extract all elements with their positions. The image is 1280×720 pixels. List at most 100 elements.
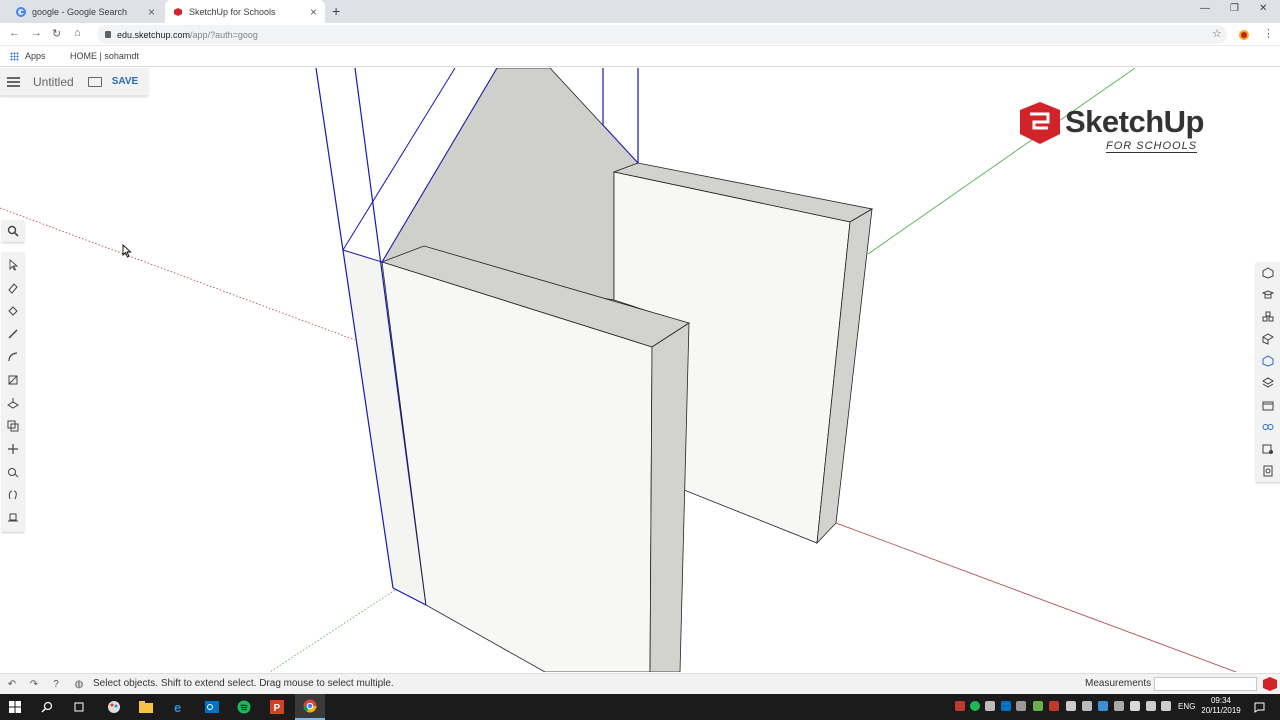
- tray-sync-icon[interactable]: [1082, 701, 1092, 711]
- url-host: edu.sketchup.com: [117, 29, 191, 40]
- tab-title: google - Google Search: [32, 6, 128, 17]
- measurements-label: Measurements: [1085, 678, 1152, 689]
- redo-icon[interactable]: ↷: [27, 677, 41, 691]
- orbit-icon[interactable]: [6, 488, 20, 502]
- bookmark-home[interactable]: HOME | sohamdt: [70, 51, 139, 61]
- extension-icon[interactable]: [1239, 30, 1249, 40]
- clock-date: 20/11/2019: [1201, 706, 1241, 715]
- materials-icon[interactable]: [1261, 332, 1275, 346]
- restore-icon[interactable]: ❐: [1230, 3, 1239, 14]
- apps-grid-icon: [10, 51, 19, 61]
- close-window-icon[interactable]: ✕: [1259, 3, 1267, 14]
- os-taskbar: e P ENG 09:34 20/11/2019: [0, 694, 1280, 720]
- sketchup-logo-mark-icon: [1020, 102, 1060, 144]
- tab-google-search[interactable]: google - Google Search ×: [8, 0, 163, 23]
- bookmarks-bar: Apps HOME | sohamdt: [0, 47, 1280, 67]
- model-canvas[interactable]: [0, 68, 1280, 672]
- tray-battery-icon[interactable]: [1130, 701, 1140, 711]
- tab-sketchup[interactable]: SketchUp for Schools ×: [165, 0, 325, 23]
- styles-icon[interactable]: [1261, 354, 1275, 368]
- browser-tab-strip: google - Google Search × SketchUp for Sc…: [0, 0, 1280, 23]
- help-icon[interactable]: ?: [49, 677, 63, 691]
- entity-info-icon[interactable]: [1261, 266, 1275, 280]
- open-folder-icon[interactable]: [87, 76, 102, 87]
- right-panel-toolbar: [1256, 262, 1280, 482]
- tray-mail-icon[interactable]: [985, 701, 995, 711]
- instructor-icon[interactable]: [1261, 288, 1275, 302]
- search-button[interactable]: [2, 220, 24, 242]
- url-field[interactable]: edu.sketchup.com/app/?auth=goog: [97, 25, 1227, 44]
- move-icon[interactable]: [6, 442, 20, 456]
- sketchup-favicon-icon: [174, 7, 182, 16]
- tray-app-icon[interactable]: [955, 701, 965, 711]
- sketchup-logo: SketchUp FOR SCHOOLS: [1018, 100, 1228, 156]
- tray-green-icon[interactable]: [1033, 701, 1043, 711]
- menu-icon[interactable]: [7, 76, 20, 87]
- pencil-icon[interactable]: [6, 327, 20, 341]
- 3d-warehouse-icon[interactable]: [1261, 442, 1275, 456]
- tray-shield-icon[interactable]: [1066, 701, 1076, 711]
- windows-start-icon[interactable]: [0, 694, 30, 720]
- paint-bucket-icon[interactable]: [6, 304, 20, 318]
- measurements-input[interactable]: [1154, 677, 1257, 691]
- tray-network-icon[interactable]: [1146, 701, 1156, 711]
- extensions-icon[interactable]: [1261, 464, 1275, 478]
- browser-menu-icon[interactable]: ⋮: [1263, 27, 1274, 40]
- scenes-icon[interactable]: [1261, 398, 1275, 412]
- save-button[interactable]: SAVE: [112, 76, 139, 87]
- language-indicator[interactable]: ENG: [1178, 702, 1195, 711]
- edge-browser-icon[interactable]: e: [164, 694, 194, 720]
- sketchup-small-logo-icon: [1263, 677, 1277, 691]
- tray-outlook-icon[interactable]: [1001, 701, 1011, 711]
- powerpoint-icon[interactable]: P: [262, 694, 292, 720]
- layers-icon[interactable]: [1261, 376, 1275, 390]
- clock-time: 09:34: [1210, 696, 1232, 705]
- arc-icon[interactable]: [6, 350, 20, 364]
- logo-subtitle: FOR SCHOOLS: [1106, 140, 1198, 153]
- offset-icon[interactable]: [6, 419, 20, 433]
- close-tab-icon[interactable]: ×: [148, 5, 155, 19]
- status-bar: ↶ ↷ ? ◍ Select objects. Shift to extend …: [0, 673, 1280, 694]
- paint-app-icon[interactable]: [99, 694, 129, 720]
- task-view-icon[interactable]: [64, 694, 94, 720]
- document-title[interactable]: Untitled: [33, 75, 74, 89]
- tray-bluetooth-icon[interactable]: [1098, 701, 1108, 711]
- bookmark-apps[interactable]: Apps: [10, 51, 46, 61]
- push-pull-icon[interactable]: [6, 396, 20, 410]
- walk-icon[interactable]: [6, 511, 20, 525]
- tray-dropbox-icon[interactable]: [1114, 701, 1124, 711]
- rectangle-icon[interactable]: [6, 373, 20, 387]
- bookmark-star-icon[interactable]: ☆: [1212, 27, 1222, 40]
- status-message: Select objects. Shift to extend select. …: [93, 678, 394, 689]
- tray-red-icon[interactable]: [1049, 701, 1059, 711]
- outlook-icon[interactable]: [197, 694, 227, 720]
- tape-measure-icon[interactable]: [6, 465, 20, 479]
- display-icon[interactable]: [1261, 420, 1275, 434]
- notifications-icon[interactable]: [1247, 694, 1271, 720]
- spotify-icon[interactable]: [229, 694, 259, 720]
- system-clock[interactable]: 09:34 20/11/2019: [1196, 696, 1246, 716]
- tab-title: SketchUp for Schools: [189, 6, 276, 17]
- new-tab-button[interactable]: +: [332, 3, 340, 19]
- close-tab-icon[interactable]: ×: [310, 5, 317, 19]
- undo-icon[interactable]: ↶: [5, 677, 19, 691]
- search-taskbar-icon[interactable]: [32, 694, 62, 720]
- forward-icon[interactable]: →: [31, 27, 42, 39]
- tray-volume-icon[interactable]: [1016, 701, 1026, 711]
- tray-speaker-icon[interactable]: [1161, 701, 1171, 711]
- search-icon: [7, 225, 19, 237]
- sketchup-viewport[interactable]: Untitled SAVE SketchUp FOR SCHOOLS: [0, 68, 1280, 672]
- axis-red-dotted: [0, 207, 356, 341]
- file-explorer-icon[interactable]: [131, 694, 161, 720]
- components-icon[interactable]: [1261, 310, 1275, 324]
- eraser-icon[interactable]: [6, 281, 20, 295]
- axis-green-dotted: [269, 589, 396, 672]
- chrome-icon[interactable]: [295, 694, 325, 720]
- home-icon[interactable]: ⌂: [74, 27, 81, 39]
- minimize-icon[interactable]: —: [1200, 3, 1210, 14]
- back-icon[interactable]: ←: [9, 27, 20, 39]
- reload-icon[interactable]: ↻: [52, 27, 61, 40]
- geo-location-icon[interactable]: ◍: [72, 677, 86, 691]
- tray-spotify-icon[interactable]: [970, 701, 980, 711]
- select-icon[interactable]: [6, 258, 20, 272]
